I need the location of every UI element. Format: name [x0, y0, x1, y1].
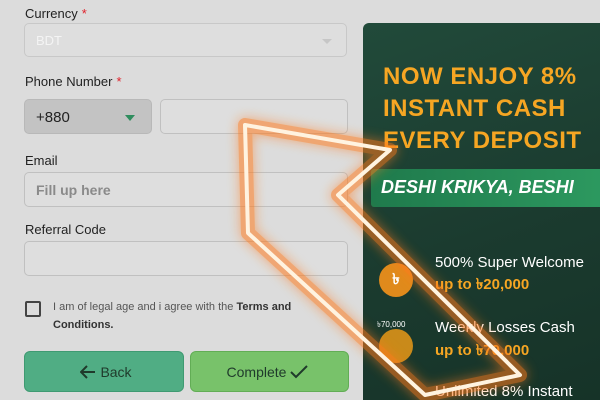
cash-bag-icon [379, 329, 413, 363]
referral-code-input[interactable] [24, 241, 348, 276]
promo-ribbon-text: DESHI KRIKYA, BESHI [381, 177, 574, 197]
email-input[interactable]: Fill up here [24, 172, 348, 207]
bonus-3-title: Unlimited 8% Instant [435, 383, 573, 400]
email-label: Email [25, 153, 58, 168]
currency-select[interactable]: BDT [24, 23, 347, 57]
terms-text: I am of legal age and i agree with the T… [53, 301, 292, 331]
referral-label: Referral Code [25, 222, 106, 237]
country-code-value: +880 [36, 109, 70, 126]
promo-headline-line-1: NOW ENJOY 8% [383, 63, 577, 90]
phone-label: Phone Number * [25, 74, 122, 89]
chevron-down-icon [125, 115, 135, 121]
currency-label: Currency * [25, 6, 87, 21]
back-button-label: Back [100, 363, 132, 380]
arrow-left-icon [80, 364, 96, 379]
promo-banner[interactable]: NOW ENJOY 8% INSTANT CASH EVERY DEPOSIT … [363, 23, 600, 400]
bonus-2-title: Weekly Losses Cash [435, 319, 575, 336]
promo-headline-line-3: EVERY DEPOSIT [383, 127, 582, 154]
bonus-1-amount: up to ৳20,000 [435, 276, 530, 293]
country-code-select[interactable]: +880 [24, 99, 152, 134]
taka-coin-icon: ৳ [379, 263, 413, 297]
chevron-down-icon [322, 39, 332, 44]
email-placeholder: Fill up here [36, 182, 111, 198]
bonus-2-amount: up to ৳70,000 [435, 342, 530, 359]
complete-button-label: Complete [226, 363, 287, 380]
bonus-1-title: 500% Super Welcome [435, 254, 584, 271]
promo-headline-line-2: INSTANT CASH [383, 95, 566, 122]
checkmark-icon [290, 364, 309, 378]
registration-form: Currency * BDT Phone Number * +880 Email F… [0, 0, 365, 400]
phone-number-input[interactable] [160, 99, 348, 134]
back-button[interactable]: Back [24, 351, 184, 392]
complete-button[interactable]: Complete [190, 351, 349, 392]
promo-ribbon: DESHI KRIKYA, BESHI [371, 169, 600, 207]
currency-select-value: BDT [36, 33, 62, 48]
terms-checkbox[interactable] [25, 301, 41, 317]
